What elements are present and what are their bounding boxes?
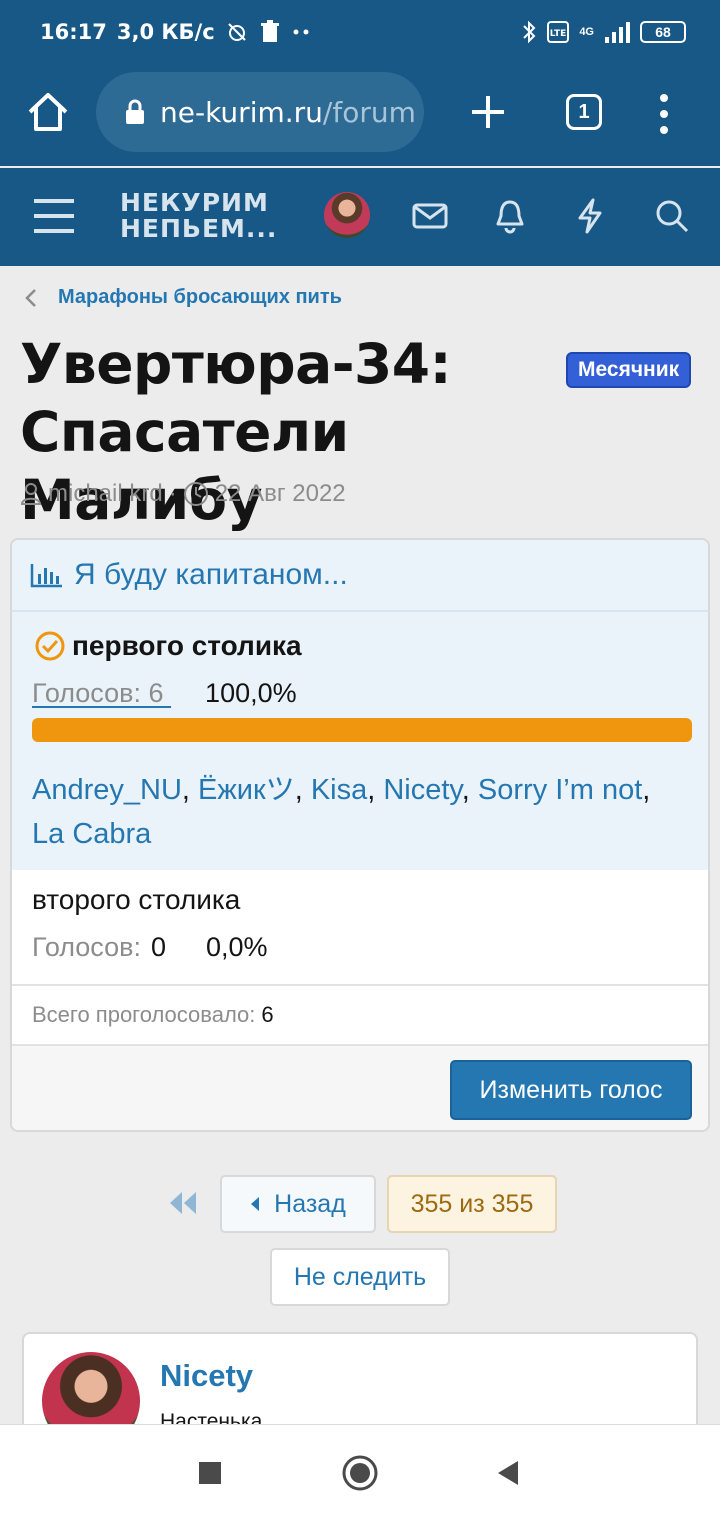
caret-left-icon [251,1197,260,1211]
svg-text:LTE: LTE [550,29,567,39]
poll-block: Я буду капитаном... первого столика Голо… [10,538,710,1132]
clock-icon [183,482,208,506]
thread-prefix-badge[interactable]: Месячник [566,352,692,388]
votes-label: Голосов: [32,932,141,962]
site-logo[interactable]: НЕКУРИМ НЕПЬЕМ... [120,190,277,242]
thread-author[interactable]: michail krd [48,480,163,508]
voter-link[interactable]: Nicety [383,774,461,806]
logo-line1: НЕКУРИМ [120,188,269,217]
trash-icon [260,20,279,42]
site-header: НЕКУРИМ НЕПЬЕМ... [0,168,720,266]
votes-percent: 100,0% [205,678,297,708]
unwatch-button[interactable]: Не следить [270,1248,450,1306]
browser-menu-icon[interactable] [650,92,678,136]
thread-date[interactable]: 22 Авг 2022 [215,480,346,508]
home-nav-icon[interactable] [340,1453,380,1493]
poll-footer: Изменить голос [12,1046,708,1130]
status-bar: 16:17 3,0 КБ/с LTE 4G 68 [0,0,720,68]
recents-icon[interactable] [192,1455,228,1491]
poll-response-label-2: второго столика [32,884,241,915]
page-count[interactable]: 355 из 355 [387,1175,557,1233]
poll-total-count: 6 [261,1002,274,1027]
breadcrumb[interactable]: Марафоны бросающих пить [24,286,342,309]
battery-icon: 68 [640,21,686,43]
voter-link[interactable]: Kisa [311,774,367,806]
post-username[interactable]: Nicety [160,1358,253,1394]
poll-question: Я буду капитаном... [74,558,348,591]
poll-progress-bar [32,718,692,742]
lightning-icon[interactable] [570,196,610,236]
bar-chart-icon [30,564,62,588]
breadcrumb-link[interactable]: Марафоны бросающих пить [58,286,342,309]
votes-label: Голосов: [32,678,141,708]
bluetooth-icon [523,20,536,44]
poll-total-label: Всего проголосовало: [32,1002,256,1027]
thread-meta: michail krd · 22 Авг 2022 [20,480,346,508]
poll-votes-link[interactable]: Голосов: 6 [32,678,171,709]
user-icon [20,483,42,505]
voter-link[interactable]: Andrey_NU [32,774,182,806]
more-notifications-icon [293,29,309,35]
browser-toolbar: ne-kurim.ru/forum 1 [0,68,720,166]
tabs-button[interactable]: 1 [566,94,602,130]
new-tab-icon[interactable] [466,90,510,134]
voter-link[interactable]: Sorry I’m not [478,774,642,806]
bell-icon[interactable] [490,196,530,236]
address-bar[interactable]: ne-kurim.ru/forum [96,72,424,152]
poll-votes-line: Голосов: 6 100,0% [32,678,297,709]
status-speed: 3,0 КБ/с [116,20,215,44]
poll-response-title: первого столика [34,630,302,662]
voter-link[interactable]: La Cabra [32,818,151,850]
change-vote-button[interactable]: Изменить голос [450,1060,692,1120]
meta-separator: · [168,480,177,507]
check-circle-icon [35,631,65,661]
signal-icon [605,22,630,43]
first-page-icon[interactable] [164,1188,204,1218]
url-domain: ne-kurim.ru [160,95,323,129]
poll-progress-fill [32,718,692,742]
poll-voters-list: Andrey_NU, Ёжикツ, Kisa, Nicety, Sorry I’… [32,774,651,850]
tabs-count: 1 [578,101,590,123]
back-label: Назад [274,1189,346,1218]
lock-icon [126,99,144,124]
home-icon[interactable] [24,88,72,136]
url-path: /forum [322,95,416,129]
votes-percent: 0,0% [206,932,268,962]
alarm-off-icon [227,23,246,41]
inbox-icon[interactable] [410,196,450,236]
votes-count: 0 [150,932,167,962]
hamburger-menu-icon[interactable] [32,196,76,236]
poll-response-label: первого столика [72,630,302,661]
status-left: 16:17 3,0 КБ/с [40,20,311,44]
votes-count: 6 [148,678,164,708]
status-time: 16:17 [40,20,107,44]
chevron-left-icon [25,288,36,307]
poll-response-selected: первого столика Голосов: 6 100,0% Andrey… [12,612,708,870]
voter-link[interactable]: Ёжикツ [198,774,295,806]
logo-line2: НЕПЬЕМ... [120,214,278,243]
back-nav-icon[interactable] [490,1455,526,1491]
status-right: LTE 4G 68 [521,20,686,44]
system-nav-bar [0,1424,720,1520]
account-avatar[interactable] [324,192,370,238]
poll-header: Я буду капитаном... [12,540,708,612]
network-type: 4G [579,26,594,38]
search-icon[interactable] [652,196,692,236]
poll-total: Всего проголосовало: 6 [12,984,708,1046]
back-button[interactable]: Назад [220,1175,376,1233]
battery-level: 68 [655,24,671,40]
volte-icon: LTE [547,21,570,43]
poll-votes-line-2: Голосов: 0 0,0% [32,932,268,963]
